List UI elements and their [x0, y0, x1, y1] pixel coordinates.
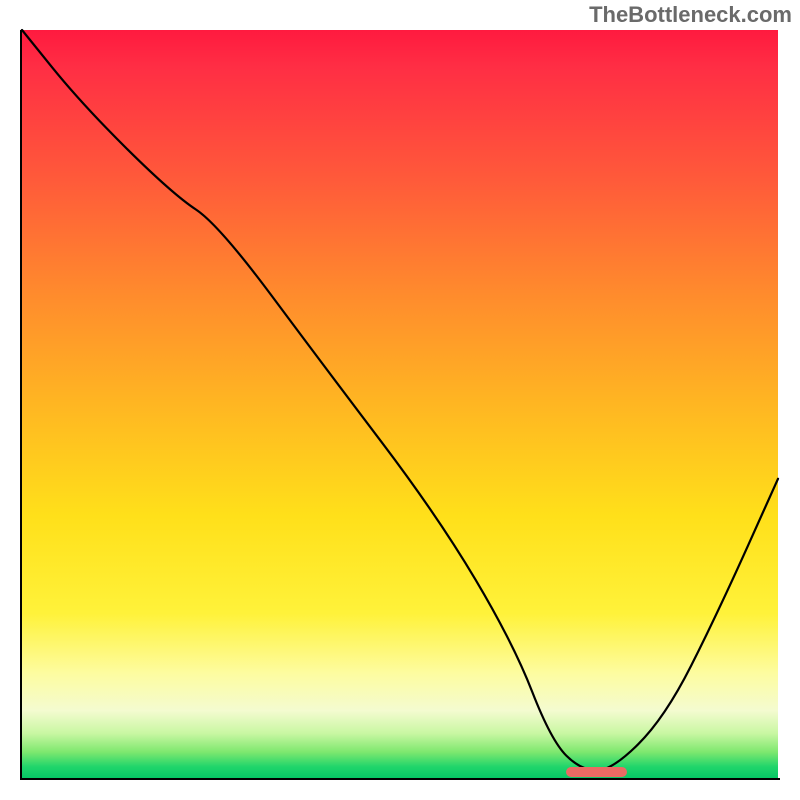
plot-area — [22, 30, 778, 778]
y-axis-line — [20, 30, 22, 780]
optimal-range-marker — [566, 767, 626, 777]
watermark-text: TheBottleneck.com — [589, 2, 792, 28]
bottleneck-curve — [22, 30, 778, 778]
x-axis-line — [20, 778, 780, 780]
chart-frame: TheBottleneck.com — [0, 0, 800, 800]
curve-path — [22, 30, 778, 771]
